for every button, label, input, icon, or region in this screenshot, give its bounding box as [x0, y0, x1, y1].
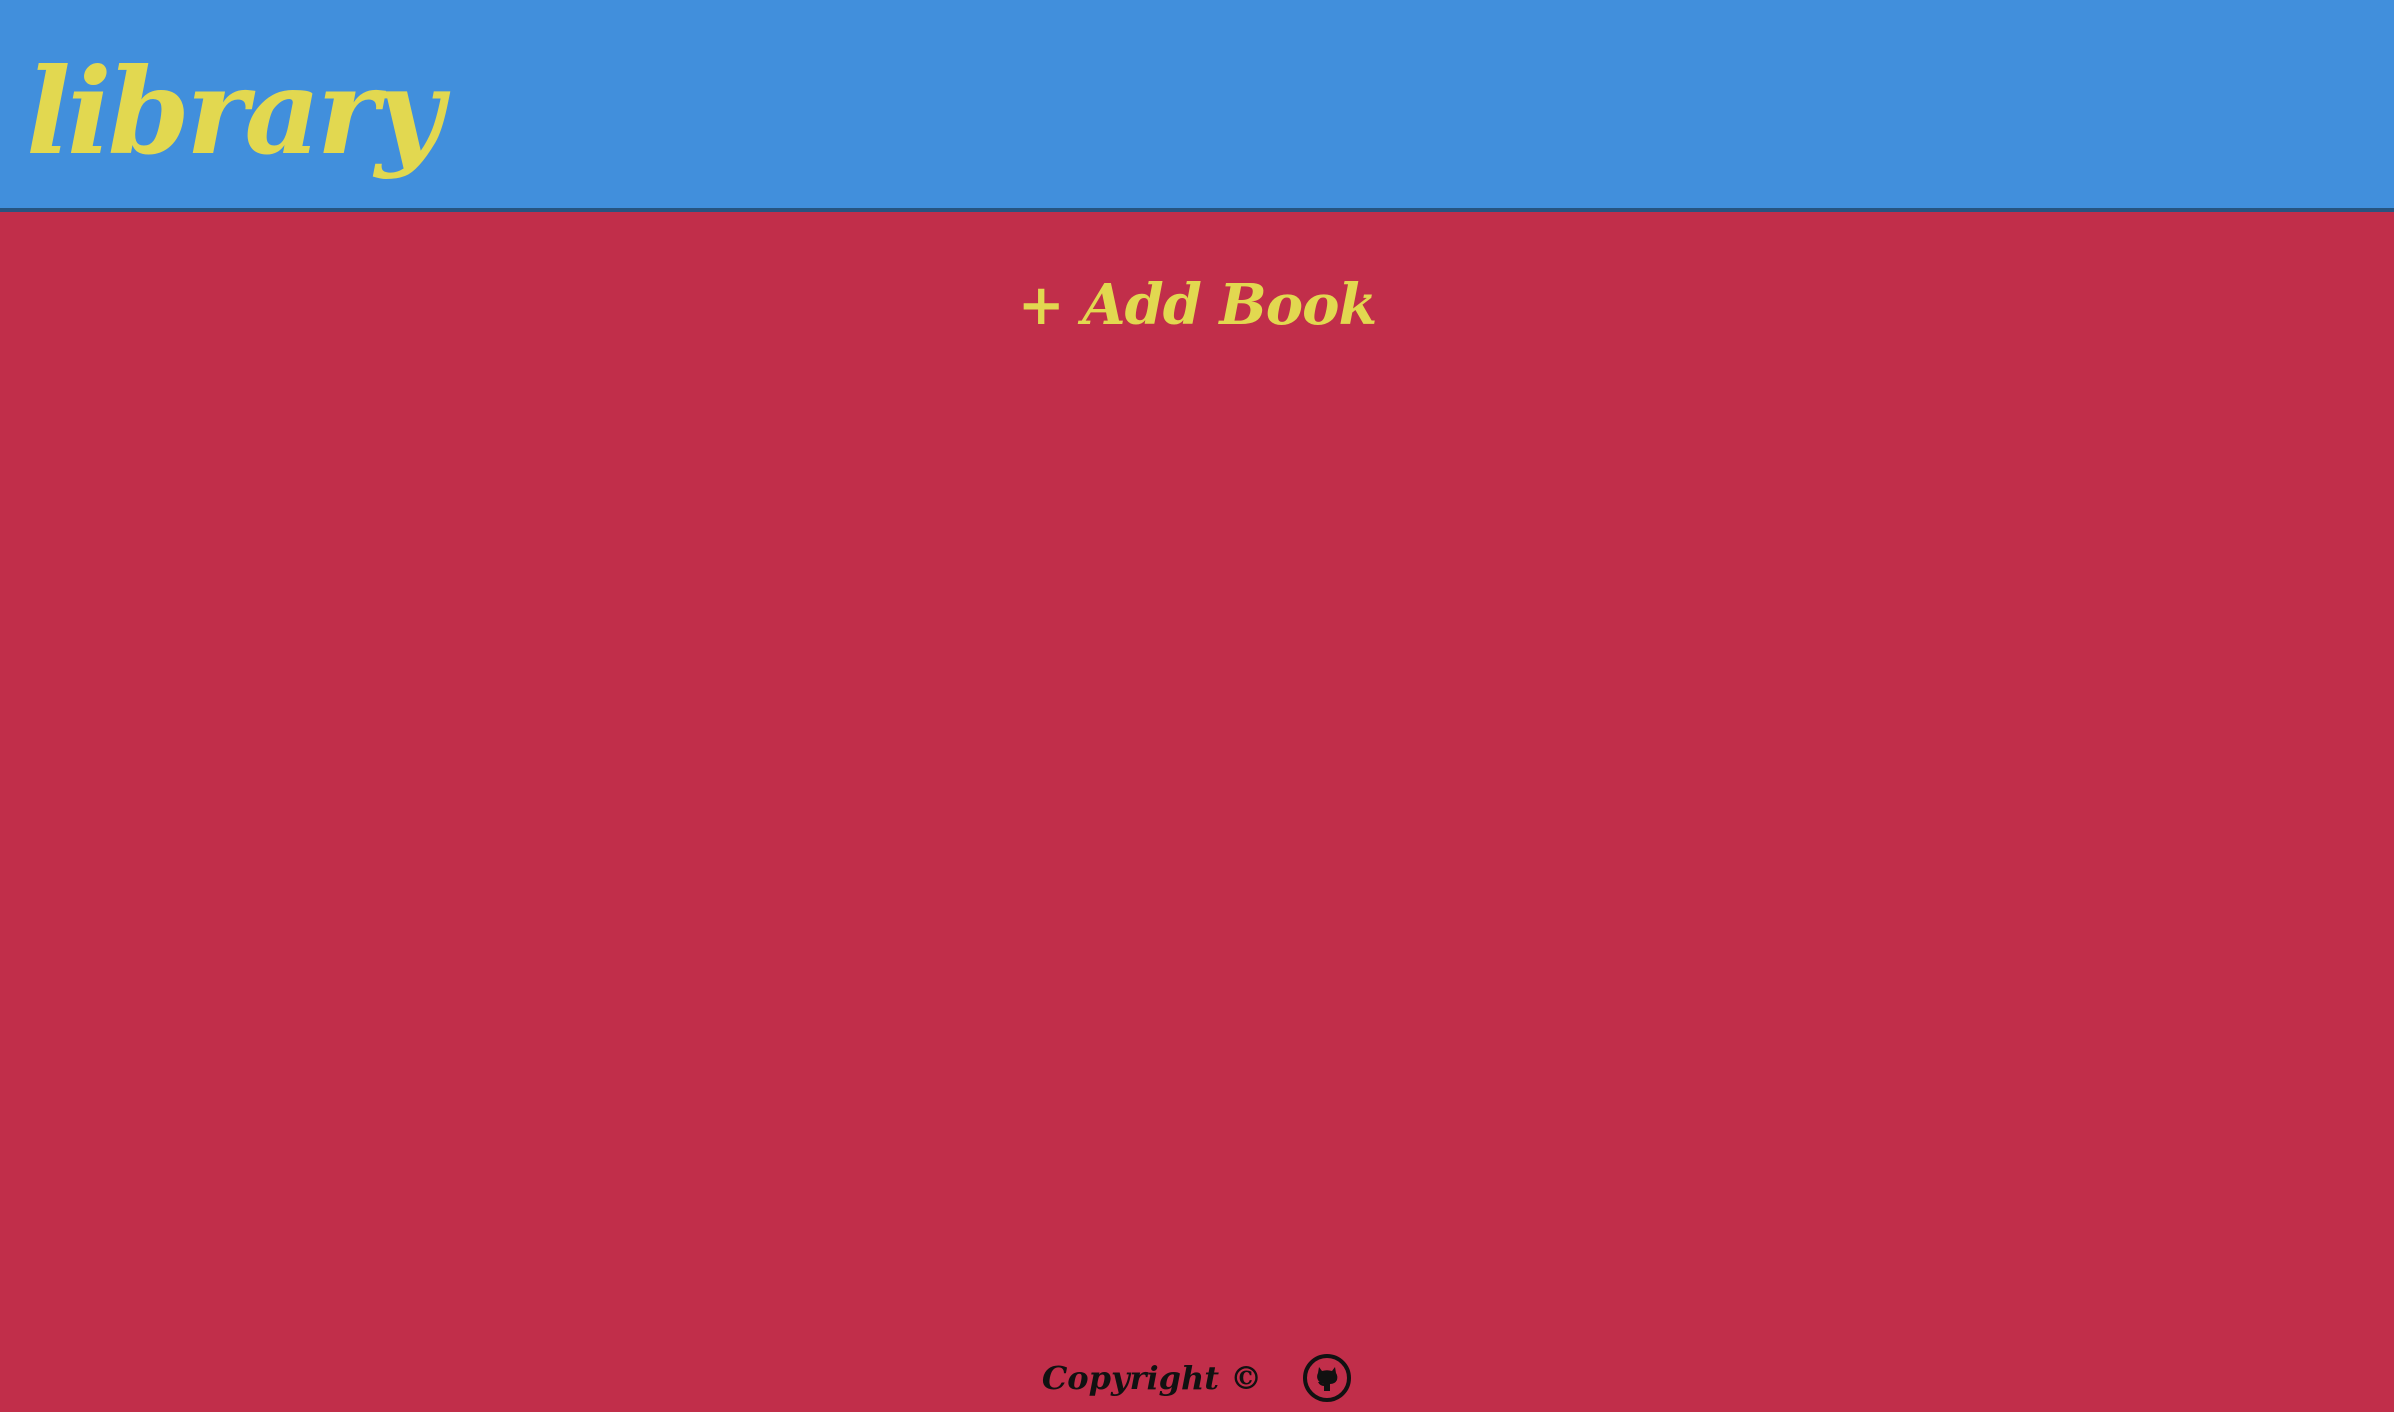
github-link[interactable]: [1302, 1353, 1352, 1403]
github-icon: [1303, 1354, 1352, 1402]
app-title: library: [26, 42, 444, 181]
footer: Copyright ©: [0, 1350, 2394, 1406]
copyright-text: Copyright ©: [1041, 1359, 1263, 1397]
header: library: [0, 0, 2394, 212]
add-book-button[interactable]: + Add Book: [1018, 272, 1378, 338]
add-book-container: + Add Book: [0, 272, 2394, 338]
